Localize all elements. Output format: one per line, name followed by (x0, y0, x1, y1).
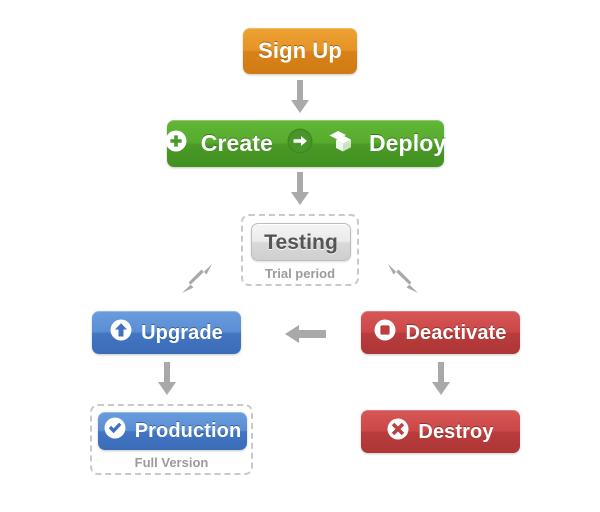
production-button-label: Production (134, 420, 242, 442)
production-button[interactable]: Production (98, 412, 247, 450)
package-box-icon (327, 128, 355, 160)
check-circle-icon (104, 417, 126, 445)
flowchart-canvas: Sign Up Create Deploy Testing Trial peri… (0, 0, 600, 512)
arrow-up-circle-icon (110, 319, 132, 347)
testing-button[interactable]: Testing (251, 223, 351, 261)
signup-button-label: Sign Up (258, 38, 342, 63)
stop-square-circle-icon (374, 319, 396, 347)
arrow-testing-to-upgrade (182, 264, 212, 293)
upgrade-button[interactable]: Upgrade (92, 311, 241, 354)
arrow-create-to-testing (291, 172, 309, 205)
signup-button[interactable]: Sign Up (243, 28, 357, 74)
destroy-button[interactable]: Destroy (361, 410, 520, 453)
destroy-button-label: Destroy (418, 420, 494, 443)
arrow-signup-to-create (291, 80, 309, 113)
plus-circle-icon (165, 130, 187, 158)
testing-group: Testing Trial period (241, 214, 359, 286)
testing-caption: Trial period (264, 266, 336, 281)
arrow-right-circle-icon (287, 128, 313, 160)
arrow-testing-to-deactivate (388, 264, 418, 293)
production-group: Production Full Version (90, 404, 253, 475)
arrow-deactivate-to-destroy (432, 362, 450, 395)
production-caption: Full Version (134, 455, 209, 470)
deploy-label: Deploy (368, 130, 447, 156)
arrow-upgrade-to-production (158, 362, 176, 395)
upgrade-button-label: Upgrade (141, 321, 223, 344)
create-label: Create (200, 130, 273, 156)
testing-button-label: Testing (264, 230, 338, 254)
deactivate-button-label: Deactivate (405, 321, 507, 344)
x-circle-icon (387, 418, 409, 446)
deactivate-button[interactable]: Deactivate (361, 311, 520, 354)
create-deploy-button[interactable]: Create Deploy (165, 120, 447, 167)
arrow-deactivate-to-upgrade (285, 325, 326, 343)
